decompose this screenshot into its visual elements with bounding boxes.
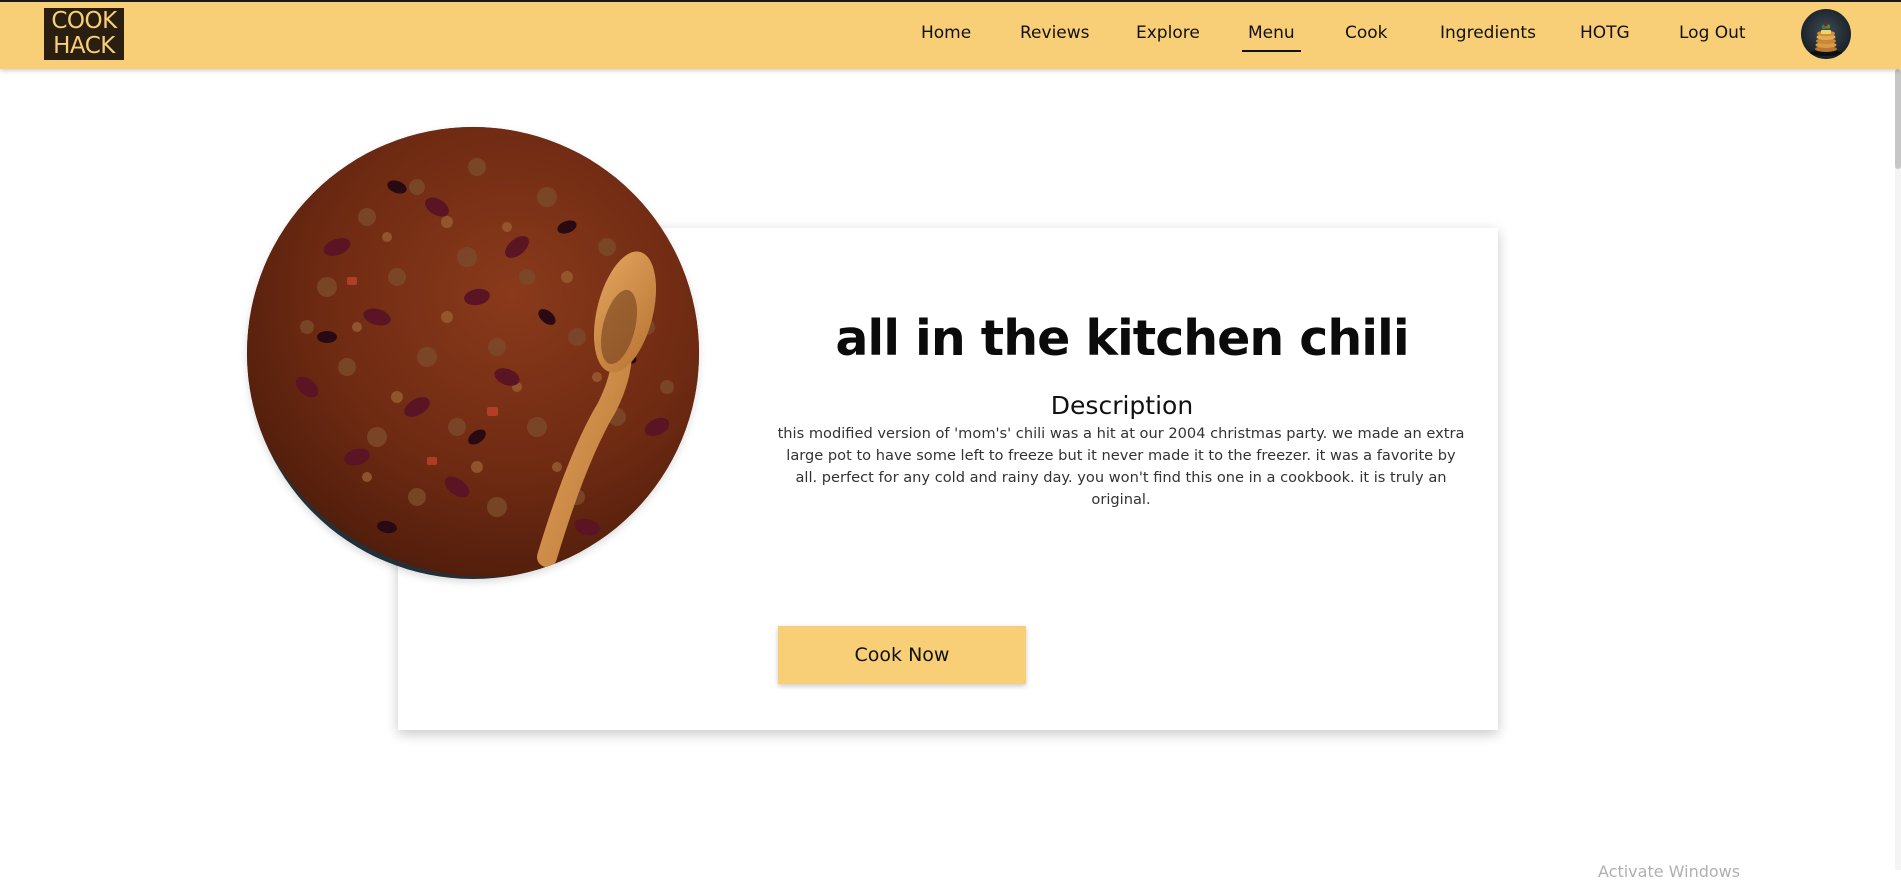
cook-now-button[interactable]: Cook Now: [778, 626, 1026, 684]
chili-illustration: [247, 127, 699, 579]
nav-hotg[interactable]: HOTG: [1580, 23, 1630, 43]
page-scrollbar-thumb[interactable]: [1895, 69, 1901, 169]
chili-pot-image: [247, 127, 699, 579]
pancake-stack-avatar-image: [1801, 9, 1851, 59]
cookhack-logo[interactable]: COOK HACK: [44, 8, 124, 60]
nav-home[interactable]: Home: [921, 23, 971, 43]
nav-menu[interactable]: Menu: [1242, 23, 1301, 52]
activate-windows-watermark: Activate Windows: [1598, 862, 1741, 881]
user-avatar[interactable]: [1801, 9, 1851, 59]
nav-cook[interactable]: Cook: [1345, 23, 1388, 43]
navbar: COOK HACK Home Reviews Explore Menu Cook…: [0, 0, 1901, 69]
description-heading: Description: [1050, 391, 1194, 420]
page-scrollbar-track[interactable]: [1895, 69, 1901, 870]
nav-ingredients[interactable]: Ingredients: [1440, 23, 1536, 43]
nav-reviews[interactable]: Reviews: [1020, 23, 1090, 43]
nav-log-out[interactable]: Log Out: [1679, 23, 1746, 43]
recipe-title: all in the kitchen chili: [835, 310, 1409, 367]
nav-explore[interactable]: Explore: [1136, 23, 1200, 43]
logo-line-1: COOK: [51, 8, 117, 34]
logo-line-2: HACK: [53, 33, 115, 59]
recipe-description: this modified version of 'mom's' chili w…: [777, 425, 1465, 508]
